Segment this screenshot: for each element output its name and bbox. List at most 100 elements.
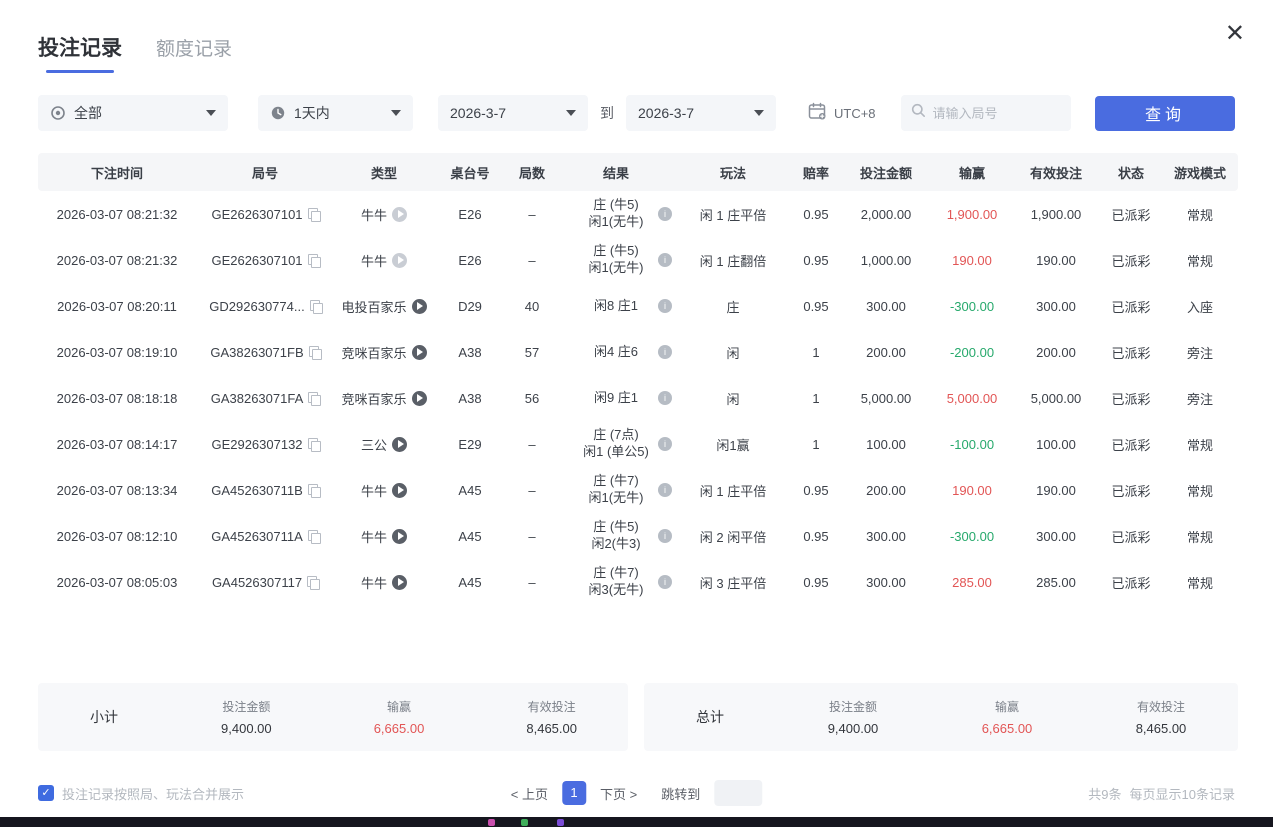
cell-bet-time: 2026-03-07 08:13:34 [38, 483, 196, 498]
copy-icon[interactable] [307, 576, 318, 588]
tab-bet-records[interactable]: 投注记录 [38, 32, 122, 73]
total-bet-amount-value: 9,400.00 [776, 721, 930, 736]
copy-icon[interactable] [308, 254, 319, 266]
table-row[interactable]: 2026-03-07 08:14:17 GE2926307132 三公 E29 … [38, 421, 1238, 467]
cell-game-type: 牛牛 [334, 527, 434, 546]
date-from-value: 2026-3-7 [450, 105, 506, 121]
cell-bet-amount: 1,000.00 [840, 253, 932, 268]
cell-odds: 0.95 [792, 529, 840, 544]
table-row[interactable]: 2026-03-07 08:19:10 GA38263071FB 竞咪百家乐 A… [38, 329, 1238, 375]
play-icon[interactable] [392, 575, 407, 590]
table-row[interactable]: 2026-03-07 08:13:34 GA452630711B 牛牛 A45 … [38, 467, 1238, 513]
round-search-input[interactable] [933, 106, 1053, 121]
info-icon[interactable] [658, 391, 672, 405]
cell-table-no: A45 [434, 575, 506, 590]
date-to-picker[interactable]: 2026-3-7 [626, 95, 776, 131]
copy-icon[interactable] [308, 484, 319, 496]
info-icon[interactable] [658, 575, 672, 589]
current-page-button[interactable]: 1 [562, 781, 586, 805]
cell-bet-time: 2026-03-07 08:21:32 [38, 207, 196, 222]
merge-option: 投注记录按照局、玩法合并展示 [38, 784, 244, 803]
prev-page-button[interactable]: < 上页 [511, 784, 548, 803]
cell-bet-time: 2026-03-07 08:12:10 [38, 529, 196, 544]
chevron-down-icon [566, 110, 576, 116]
cell-result: 闲9 庄1 [558, 390, 674, 407]
info-icon[interactable] [658, 483, 672, 497]
tab-quota-records[interactable]: 额度记录 [156, 34, 232, 61]
bet-records-modal: 投注记录 额度记录 ✕ 全部 1天内 2026-3-7 到 2026-3-7 [0, 0, 1273, 827]
copy-icon[interactable] [308, 392, 319, 404]
time-range-dropdown[interactable]: 1天内 [258, 95, 413, 131]
cell-game-type: 电投百家乐 [334, 297, 434, 316]
cell-status: 已派彩 [1100, 389, 1162, 408]
play-icon[interactable] [392, 437, 407, 452]
info-icon[interactable] [658, 529, 672, 543]
cell-table-no: A45 [434, 529, 506, 544]
copy-icon[interactable] [308, 438, 319, 450]
cell-round-count: 56 [506, 391, 558, 406]
play-icon[interactable] [412, 391, 427, 406]
copy-icon[interactable] [309, 346, 320, 358]
info-icon[interactable] [658, 253, 672, 267]
cell-status: 已派彩 [1100, 573, 1162, 592]
cell-round-id: GE2626307101 [196, 253, 334, 268]
info-icon[interactable] [658, 207, 672, 221]
cell-game-type: 牛牛 [334, 573, 434, 592]
cell-table-no: D29 [434, 299, 506, 314]
cell-round-id: GD292630774... [196, 299, 334, 314]
total-win-loss-label: 输赢 [930, 698, 1084, 715]
query-button[interactable]: 查询 [1095, 96, 1235, 131]
table-row[interactable]: 2026-03-07 08:20:11 GD292630774... 电投百家乐… [38, 283, 1238, 329]
play-icon[interactable] [412, 299, 427, 314]
column-header-round-count: 局数 [506, 163, 558, 182]
filter-bar: 全部 1天内 2026-3-7 到 2026-3-7 UTC+8 [38, 95, 1235, 131]
copy-icon[interactable] [308, 208, 319, 220]
cell-round-count: – [506, 529, 558, 544]
game-type-text: 牛牛 [361, 205, 387, 224]
round-id-text: GE2626307101 [211, 253, 302, 268]
subtotal-bet-amount-value: 9,400.00 [170, 721, 323, 736]
copy-icon[interactable] [310, 300, 321, 312]
date-from-picker[interactable]: 2026-3-7 [438, 95, 588, 131]
round-id-text: GE2926307132 [211, 437, 302, 452]
next-page-button[interactable]: 下页 > [600, 784, 637, 803]
table-row[interactable]: 2026-03-07 08:21:32 GE2626307101 牛牛 E26 … [38, 191, 1238, 237]
merge-checkbox-label: 投注记录按照局、玩法合并展示 [62, 784, 244, 803]
cell-game-mode: 常规 [1162, 251, 1238, 270]
cell-valid-bet: 200.00 [1012, 345, 1100, 360]
cell-bet-time: 2026-03-07 08:14:17 [38, 437, 196, 452]
total-valid-bet: 有效投注 8,465.00 [1084, 698, 1238, 736]
cell-round-id: GA452630711A [196, 529, 334, 544]
info-icon[interactable] [658, 437, 672, 451]
cell-game-mode: 旁注 [1162, 343, 1238, 362]
play-icon[interactable] [412, 345, 427, 360]
cell-round-id: GA38263071FA [196, 391, 334, 406]
info-icon[interactable] [658, 299, 672, 313]
result-line1: 庄 (7点) [583, 427, 649, 444]
cell-round-id: GA4526307117 [196, 575, 334, 590]
jump-to-input[interactable] [714, 780, 762, 806]
cell-play-method: 闲1赢 [674, 435, 792, 454]
cell-game-type: 牛牛 [334, 481, 434, 500]
cell-odds: 0.95 [792, 253, 840, 268]
table-row[interactable]: 2026-03-07 08:05:03 GA4526307117 牛牛 A45 … [38, 559, 1238, 605]
play-icon[interactable] [392, 529, 407, 544]
table-row[interactable]: 2026-03-07 08:12:10 GA452630711A 牛牛 A45 … [38, 513, 1238, 559]
cell-table-no: E26 [434, 207, 506, 222]
merge-checkbox[interactable] [38, 785, 54, 801]
cell-win-loss: -300.00 [932, 529, 1012, 544]
cell-table-no: E26 [434, 253, 506, 268]
cell-bet-amount: 300.00 [840, 299, 932, 314]
play-icon[interactable] [392, 207, 407, 222]
play-icon[interactable] [392, 253, 407, 268]
play-icon[interactable] [392, 483, 407, 498]
category-dropdown[interactable]: 全部 [38, 95, 228, 131]
close-icon[interactable]: ✕ [1225, 22, 1245, 46]
cell-win-loss: -100.00 [932, 437, 1012, 452]
cell-round-count: 57 [506, 345, 558, 360]
info-icon[interactable] [658, 345, 672, 359]
result-line2: 闲1 (单公5) [583, 444, 649, 461]
table-row[interactable]: 2026-03-07 08:18:18 GA38263071FA 竞咪百家乐 A… [38, 375, 1238, 421]
copy-icon[interactable] [308, 530, 319, 542]
table-row[interactable]: 2026-03-07 08:21:32 GE2626307101 牛牛 E26 … [38, 237, 1238, 283]
